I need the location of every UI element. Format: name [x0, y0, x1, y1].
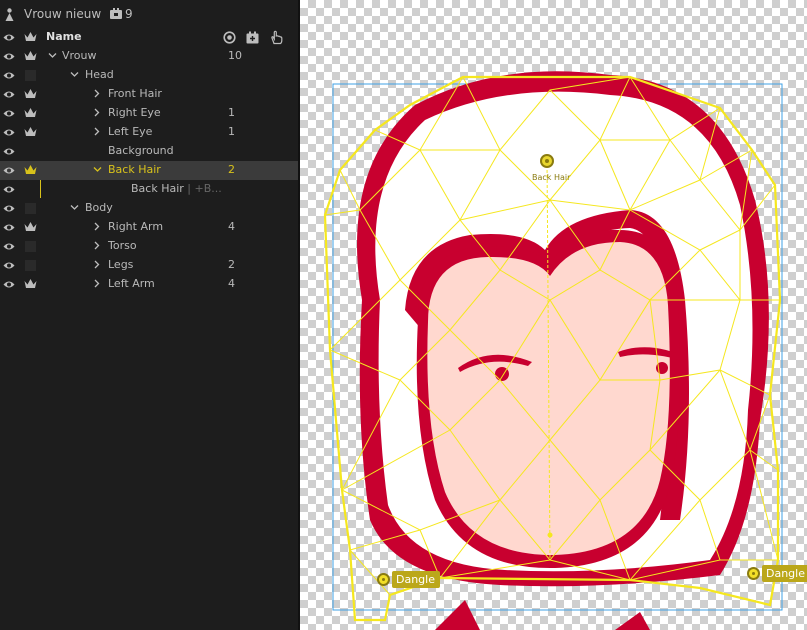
eye-icon[interactable]: [3, 222, 15, 233]
eye-icon[interactable]: [3, 279, 15, 290]
crown-placeholder[interactable]: [25, 203, 36, 214]
chevron-right-icon[interactable]: [92, 108, 101, 117]
body-hint-left: [435, 600, 480, 630]
chevron-down-icon[interactable]: [70, 70, 79, 79]
selection-indicator: [40, 180, 41, 198]
crown-icon[interactable]: [24, 126, 37, 138]
layer-row-background[interactable]: Background: [0, 142, 298, 161]
layer-row-body[interactable]: Body: [0, 199, 298, 218]
layer-count: 2: [228, 258, 235, 271]
layer-label: Right Eye: [108, 106, 161, 119]
eye-icon[interactable]: [3, 241, 15, 252]
eye-icon[interactable]: [3, 89, 15, 100]
eye-icon[interactable]: [3, 165, 15, 176]
layer-count: 4: [228, 277, 235, 290]
layer-label: Head: [85, 68, 114, 81]
chevron-right-icon[interactable]: [92, 222, 101, 231]
layer-row-left-eye[interactable]: Left Eye 1: [0, 123, 298, 142]
layer-suffix: | +B...: [183, 182, 222, 195]
dangle-label-left: Dangle: [392, 571, 440, 588]
layer-label: Back Hair | +B...: [131, 182, 222, 195]
eye-icon[interactable]: [3, 184, 15, 195]
eye-icon[interactable]: [3, 70, 15, 81]
layer-row-back-hair-selected[interactable]: Back Hair 2: [0, 161, 298, 180]
layer-row-legs[interactable]: Legs 2: [0, 256, 298, 275]
add-camera-icon[interactable]: [246, 31, 259, 44]
layer-label: Body: [85, 201, 113, 214]
layer-label: Right Arm: [108, 220, 164, 233]
dangle-handle-left[interactable]: [377, 573, 390, 586]
crown-placeholder[interactable]: [25, 241, 36, 252]
layer-row-front-hair[interactable]: Front Hair: [0, 85, 298, 104]
layer-label: Front Hair: [108, 87, 162, 100]
layer-row-head[interactable]: Head: [0, 66, 298, 85]
crown-icon[interactable]: [24, 278, 37, 290]
eye-icon[interactable]: [3, 127, 15, 138]
hand-icon[interactable]: [270, 30, 283, 45]
chevron-right-icon[interactable]: [92, 127, 101, 136]
crown-icon[interactable]: [24, 107, 37, 119]
chevron-right-icon[interactable]: [92, 260, 101, 269]
layer-label: Torso: [108, 239, 137, 252]
eye-icon[interactable]: [3, 146, 15, 157]
eye-icon[interactable]: [3, 203, 15, 214]
layer-count: 1: [228, 106, 235, 119]
mesh-center-point: [547, 532, 553, 538]
column-header: Name: [0, 28, 298, 47]
layer-row-right-arm[interactable]: Right Arm 4: [0, 218, 298, 237]
crown-icon[interactable]: [24, 221, 37, 233]
puppet-title: Vrouw nieuw: [24, 7, 102, 21]
crown-placeholder[interactable]: [25, 260, 36, 271]
eye-icon[interactable]: [3, 51, 15, 62]
layer-row-back-hair-child[interactable]: Back Hair | +B...: [0, 180, 298, 199]
eye-icon[interactable]: [3, 108, 15, 119]
layer-row-left-arm[interactable]: Left Arm 4: [0, 275, 298, 294]
chevron-down-icon[interactable]: [48, 51, 57, 60]
dangle-label-right: Dangle: [762, 565, 807, 582]
camera-icon: [110, 8, 122, 19]
layer-label: Left Eye: [108, 125, 153, 138]
layer-count: 1: [228, 125, 235, 138]
puppet-icon: [5, 8, 14, 21]
layer-row-vrouw[interactable]: Vrouw 10: [0, 47, 298, 66]
origin-handle-label: Back Hair: [532, 173, 571, 182]
chevron-down-icon[interactable]: [93, 165, 102, 174]
layer-label: Vrouw: [62, 49, 97, 62]
origin-handle[interactable]: [540, 154, 554, 168]
chevron-right-icon[interactable]: [92, 279, 101, 288]
crown-icon[interactable]: [24, 31, 37, 43]
crown-icon[interactable]: [24, 88, 37, 100]
layer-count: 4: [228, 220, 235, 233]
dangle-handle-right[interactable]: [747, 567, 760, 580]
chevron-right-icon[interactable]: [92, 89, 101, 98]
layer-suffix-text: +B...: [194, 182, 222, 195]
layer-row-torso[interactable]: Torso: [0, 237, 298, 256]
layer-label: Legs: [108, 258, 134, 271]
layer-name: Back Hair: [131, 182, 184, 195]
target-icon[interactable]: [223, 31, 236, 44]
scene-canvas[interactable]: Back Hair Dangle Dangle: [300, 0, 807, 630]
name-column-title[interactable]: Name: [46, 30, 82, 43]
puppet-artwork: Back Hair: [323, 71, 783, 630]
camera-count: 9: [125, 7, 133, 21]
eye-icon[interactable]: [3, 260, 15, 271]
chevron-right-icon[interactable]: [92, 241, 101, 250]
chevron-down-icon[interactable]: [70, 203, 79, 212]
face-skin: [427, 242, 670, 556]
layer-count: 10: [228, 49, 242, 62]
layer-label: Background: [108, 144, 174, 157]
layer-count: 2: [228, 163, 235, 176]
puppet-panel: Vrouw nieuw 9 Name Vrouw 10 Head Front H…: [0, 0, 298, 630]
layer-label: Left Arm: [108, 277, 155, 290]
panel-header: Vrouw nieuw 9: [0, 0, 298, 28]
crown-icon[interactable]: [24, 50, 37, 62]
layer-label: Back Hair: [108, 163, 161, 176]
crown-placeholder[interactable]: [25, 70, 36, 81]
body-hint-right: [615, 612, 650, 630]
eye-icon[interactable]: [3, 32, 15, 43]
crown-icon[interactable]: [24, 164, 37, 176]
layer-row-right-eye[interactable]: Right Eye 1: [0, 104, 298, 123]
